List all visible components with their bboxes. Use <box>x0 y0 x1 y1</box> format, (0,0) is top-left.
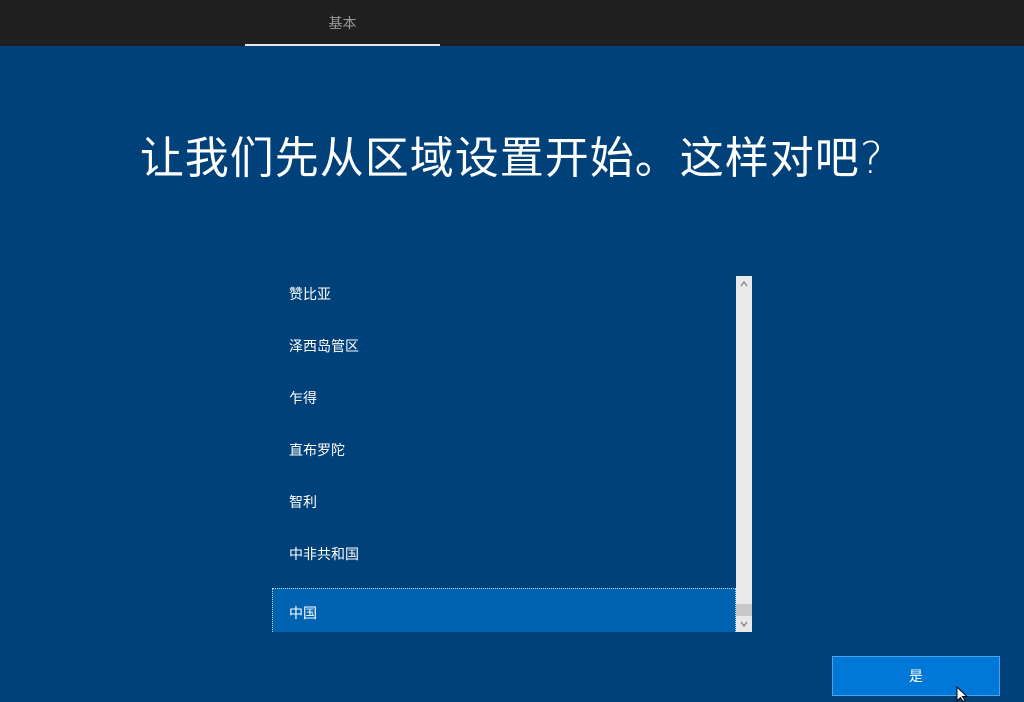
scrollbar-thumb[interactable] <box>736 604 752 616</box>
scroll-down-button[interactable] <box>736 616 752 632</box>
list-item[interactable]: 直布罗陀 <box>272 432 736 484</box>
page-title: 让我们先从区域设置开始。这样对吧? <box>139 133 885 184</box>
list-item[interactable]: 乍得 <box>272 380 736 432</box>
list-item[interactable]: 赞比亚 <box>272 276 736 328</box>
top-bar: 基本 <box>0 0 1024 46</box>
tab-label: 基本 <box>328 16 357 32</box>
tab-basics[interactable]: 基本 <box>245 0 440 46</box>
list-item-selected[interactable]: 中国 <box>272 588 736 632</box>
region-list-items: 赞比亚 泽西岛管区 乍得 直布罗陀 智利 中非共和国 中国 <box>272 276 736 632</box>
list-item[interactable]: 泽西岛管区 <box>272 328 736 380</box>
chevron-down-icon <box>740 621 748 627</box>
oobe-region-screen: 基本 让我们先从区域设置开始。这样对吧? 赞比亚 泽西岛管区 乍得 直布罗陀 智… <box>0 0 1024 702</box>
list-scrollbar[interactable] <box>736 276 752 632</box>
tab-active-indicator <box>245 44 440 46</box>
chevron-up-icon <box>740 281 748 287</box>
yes-button-label: 是 <box>909 669 923 685</box>
list-item[interactable]: 智利 <box>272 484 736 536</box>
list-item[interactable]: 中非共和国 <box>272 536 736 588</box>
region-list[interactable]: 赞比亚 泽西岛管区 乍得 直布罗陀 智利 中非共和国 中国 <box>272 276 752 632</box>
scroll-up-button[interactable] <box>736 276 752 292</box>
mouse-pointer-icon <box>956 686 969 702</box>
yes-button[interactable]: 是 <box>832 656 1000 696</box>
